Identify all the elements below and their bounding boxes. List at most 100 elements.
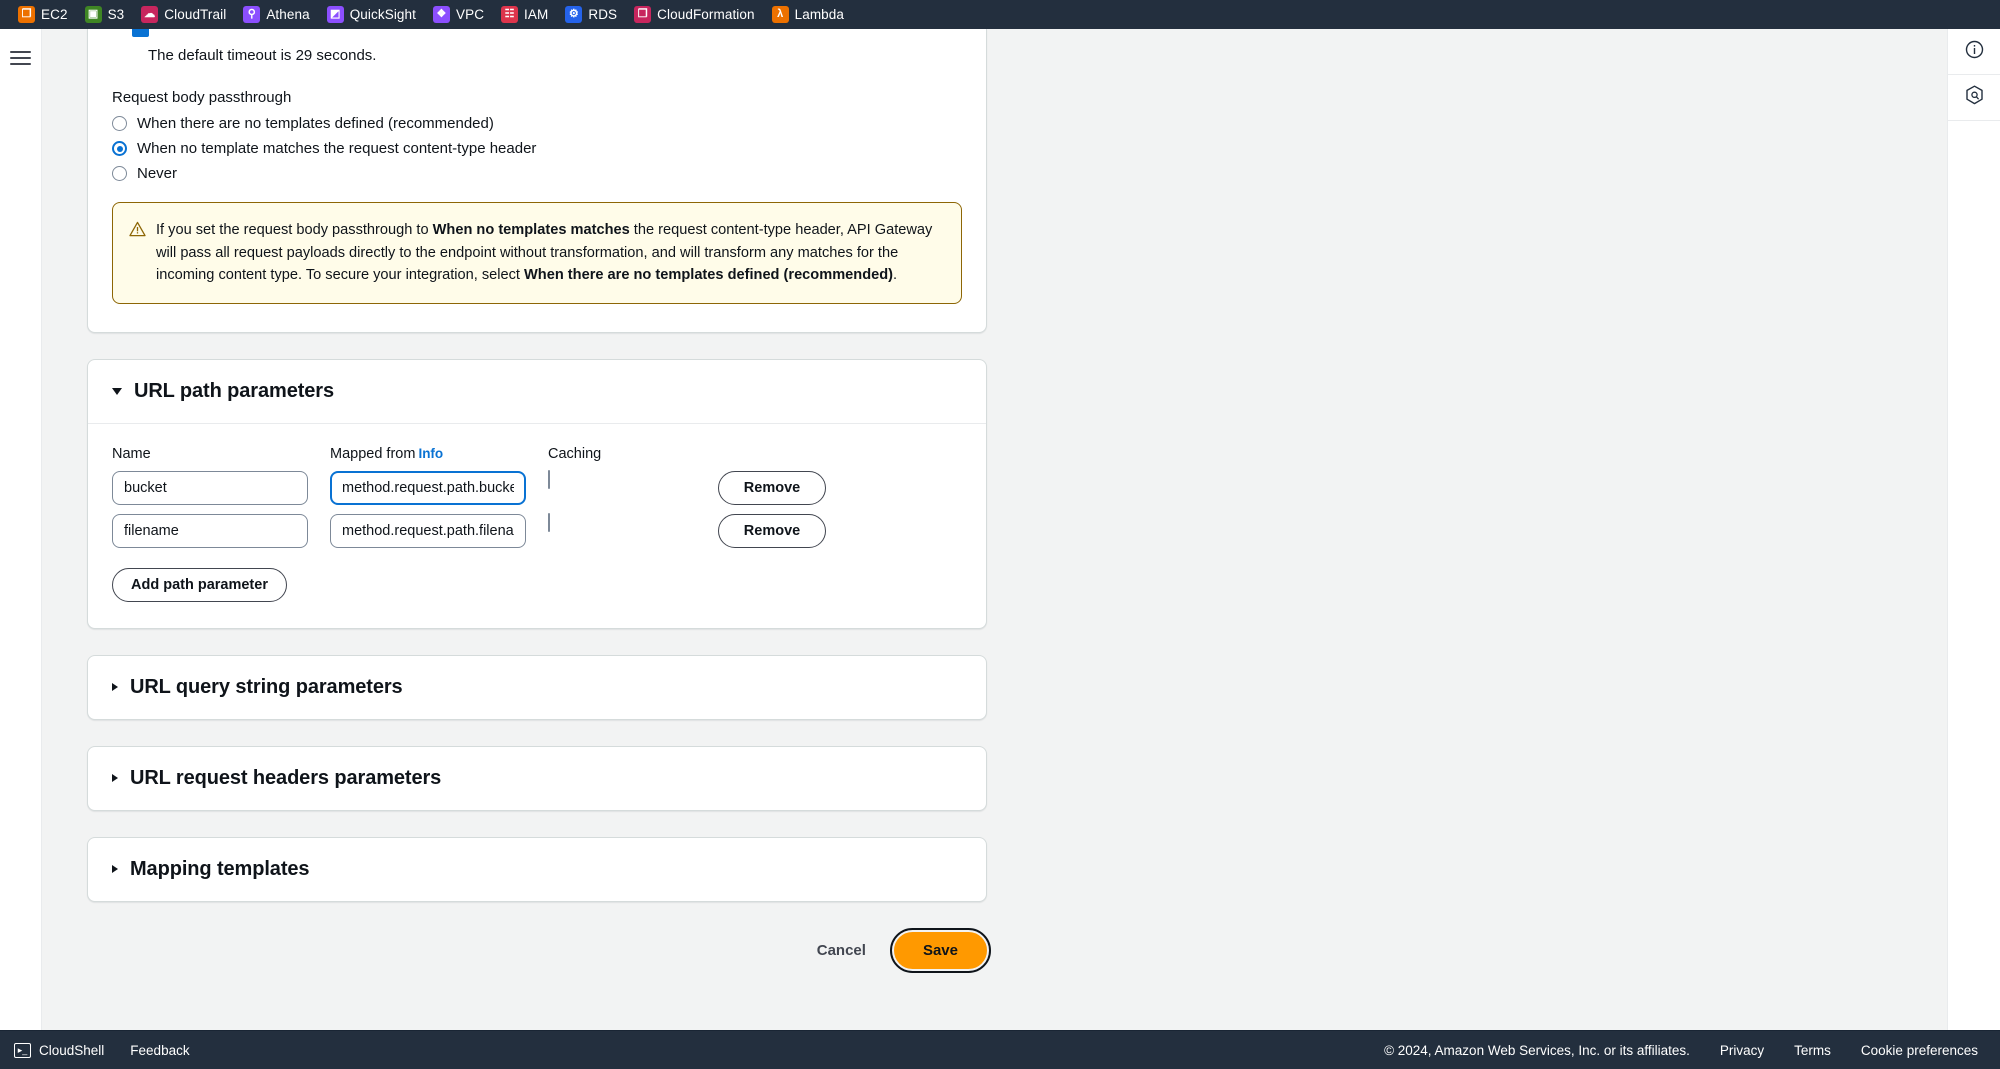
terminal-icon: ▸_: [14, 1042, 31, 1058]
content-column: The default timeout is 29 seconds. Reque…: [87, 29, 992, 1009]
panel-url-path-parameters-header[interactable]: URL path parameters: [88, 360, 986, 424]
warning-triangle-icon: [129, 221, 146, 242]
remove-path-parameter-button[interactable]: Remove: [718, 470, 826, 505]
integration-request-settings-card: The default timeout is 29 seconds. Reque…: [87, 29, 987, 333]
table-row: Remove: [112, 512, 962, 548]
service-link-label: Athena: [266, 7, 310, 22]
service-link-ec2[interactable]: ❐ EC2: [14, 4, 77, 25]
path-parameter-name-input[interactable]: [112, 513, 308, 548]
chevron-right-icon: [112, 865, 118, 874]
service-link-label: VPC: [455, 7, 485, 22]
column-header-mapped-from: Mapped from Info: [330, 446, 526, 462]
panel-title: URL path parameters: [134, 379, 335, 402]
service-link-label: CloudFormation: [657, 7, 755, 22]
feedback-link[interactable]: Feedback: [130, 1043, 189, 1058]
path-params-column-headers: Name Mapped from Info Caching: [112, 446, 962, 462]
rds-icon: ⚙: [565, 6, 583, 23]
alert-bold-2: When there are no templates defined (rec…: [524, 267, 894, 284]
footer-link-terms[interactable]: Terms: [1794, 1043, 1831, 1058]
path-parameter-mapped-from-input[interactable]: [330, 513, 526, 548]
service-link-quicksight[interactable]: ◩ QuickSight: [323, 4, 425, 25]
info-link[interactable]: Info: [418, 446, 443, 461]
service-link-label: EC2: [41, 7, 68, 22]
page-footer: ▸_ CloudShell Feedback © 2024, Amazon We…: [0, 1030, 2000, 1069]
cloudshell-button[interactable]: ▸_ CloudShell: [14, 1042, 105, 1058]
service-link-cloudtrail[interactable]: ☁ CloudTrail: [137, 4, 235, 25]
panel-title: URL query string parameters: [130, 675, 403, 698]
caching-checkbox[interactable]: [548, 469, 550, 489]
path-parameter-name-input[interactable]: [112, 470, 308, 505]
collapsed-panels-group: URL query string parameters URL request h…: [87, 654, 987, 902]
cloudtrail-icon: ☁: [141, 6, 159, 23]
path-parameter-mapped-from-input[interactable]: [330, 470, 526, 505]
footer-link-privacy[interactable]: Privacy: [1720, 1043, 1764, 1058]
copyright-text: © 2024, Amazon Web Services, Inc. or its…: [1384, 1042, 1690, 1058]
menu-hamburger-icon[interactable]: [10, 43, 31, 73]
panel-url-request-headers-parameters: URL request headers parameters: [87, 745, 987, 811]
service-link-s3[interactable]: ▣ S3: [81, 4, 134, 25]
footer-link-cookie-preferences[interactable]: Cookie preferences: [1861, 1043, 1978, 1058]
chevron-down-icon: [112, 387, 122, 395]
info-panel-toggle[interactable]: [1947, 29, 2000, 75]
service-link-athena[interactable]: ⚲ Athena: [239, 4, 318, 25]
vpc-icon: ❖: [432, 6, 450, 23]
radio-button[interactable]: [112, 166, 127, 181]
scrolled-checkbox-partial[interactable]: [132, 29, 149, 37]
save-button[interactable]: Save: [889, 927, 992, 973]
table-row: Remove: [112, 469, 962, 505]
left-navigation-rail: [0, 29, 42, 1030]
shield-hexagon-icon: [1965, 85, 1984, 110]
alert-part-1: If you set the request body passthrough …: [156, 222, 433, 238]
caching-checkbox[interactable]: [548, 512, 550, 532]
column-header-name: Name: [112, 445, 151, 462]
passthrough-radio-option-1[interactable]: When no template matches the request con…: [112, 140, 962, 157]
security-panel-toggle[interactable]: [1947, 75, 2000, 121]
service-link-label: CloudTrail: [164, 7, 227, 22]
timeout-note: The default timeout is 29 seconds.: [148, 47, 377, 64]
service-link-vpc[interactable]: ❖ VPC: [429, 4, 493, 25]
remove-path-parameter-button[interactable]: Remove: [718, 513, 826, 548]
radio-button[interactable]: [112, 141, 127, 156]
radio-label: When no template matches the request con…: [137, 140, 537, 157]
service-link-cloudformation[interactable]: ❐ CloudFormation: [630, 4, 763, 25]
service-link-lambda[interactable]: λ Lambda: [768, 4, 853, 25]
radio-label: Never: [137, 165, 178, 182]
panel-url-query-string-parameters-header[interactable]: URL query string parameters: [88, 656, 986, 719]
chevron-right-icon: [112, 683, 118, 692]
athena-icon: ⚲: [243, 6, 261, 23]
cloudshell-label: CloudShell: [39, 1042, 105, 1058]
main-scroll-area: The default timeout is 29 seconds. Reque…: [42, 29, 1947, 1030]
service-link-label: RDS: [588, 7, 618, 22]
cancel-button[interactable]: Cancel: [799, 934, 884, 967]
add-path-parameter-button[interactable]: Add path parameter: [112, 567, 287, 602]
info-circle-icon: [1965, 40, 1984, 64]
service-link-iam[interactable]: ☷ IAM: [497, 4, 557, 25]
footer-left-group: ▸_ CloudShell Feedback: [14, 1042, 190, 1058]
chevron-right-icon: [112, 774, 118, 783]
s3-icon: ▣: [84, 6, 102, 23]
lambda-icon: λ: [771, 6, 789, 23]
panel-url-request-headers-parameters-header[interactable]: URL request headers parameters: [88, 747, 986, 810]
right-tools-rail: [1947, 29, 2000, 1030]
cloudformation-icon: ❐: [634, 6, 652, 23]
alert-part-3: .: [893, 267, 898, 284]
column-header-mapped-from-text: Mapped from: [330, 445, 416, 462]
service-link-label: S3: [107, 7, 125, 22]
footer-right-group: © 2024, Amazon Web Services, Inc. or its…: [1384, 1043, 1978, 1058]
passthrough-radio-option-0[interactable]: When there are no templates defined (rec…: [112, 115, 962, 132]
service-link-label: IAM: [524, 7, 549, 22]
path-parameter-rows: Remove Remove: [112, 469, 962, 548]
panel-title: URL request headers parameters: [130, 766, 442, 789]
panel-url-path-parameters: URL path parameters Name Mapped from Info…: [87, 358, 987, 629]
quicksight-icon: ◩: [326, 6, 344, 23]
form-actions: Cancel Save: [87, 927, 992, 973]
panel-title: Mapping templates: [130, 857, 310, 880]
alert-bold-1: When no templates matches: [432, 222, 630, 238]
radio-label: When there are no templates defined (rec…: [137, 115, 494, 132]
panel-mapping-templates-header[interactable]: Mapping templates: [88, 838, 986, 901]
warning-alert-text: If you set the request body passthrough …: [156, 219, 943, 287]
passthrough-radio-option-2[interactable]: Never: [112, 165, 962, 182]
iam-icon: ☷: [501, 6, 519, 23]
service-link-rds[interactable]: ⚙ RDS: [561, 4, 626, 25]
radio-button[interactable]: [112, 116, 127, 131]
